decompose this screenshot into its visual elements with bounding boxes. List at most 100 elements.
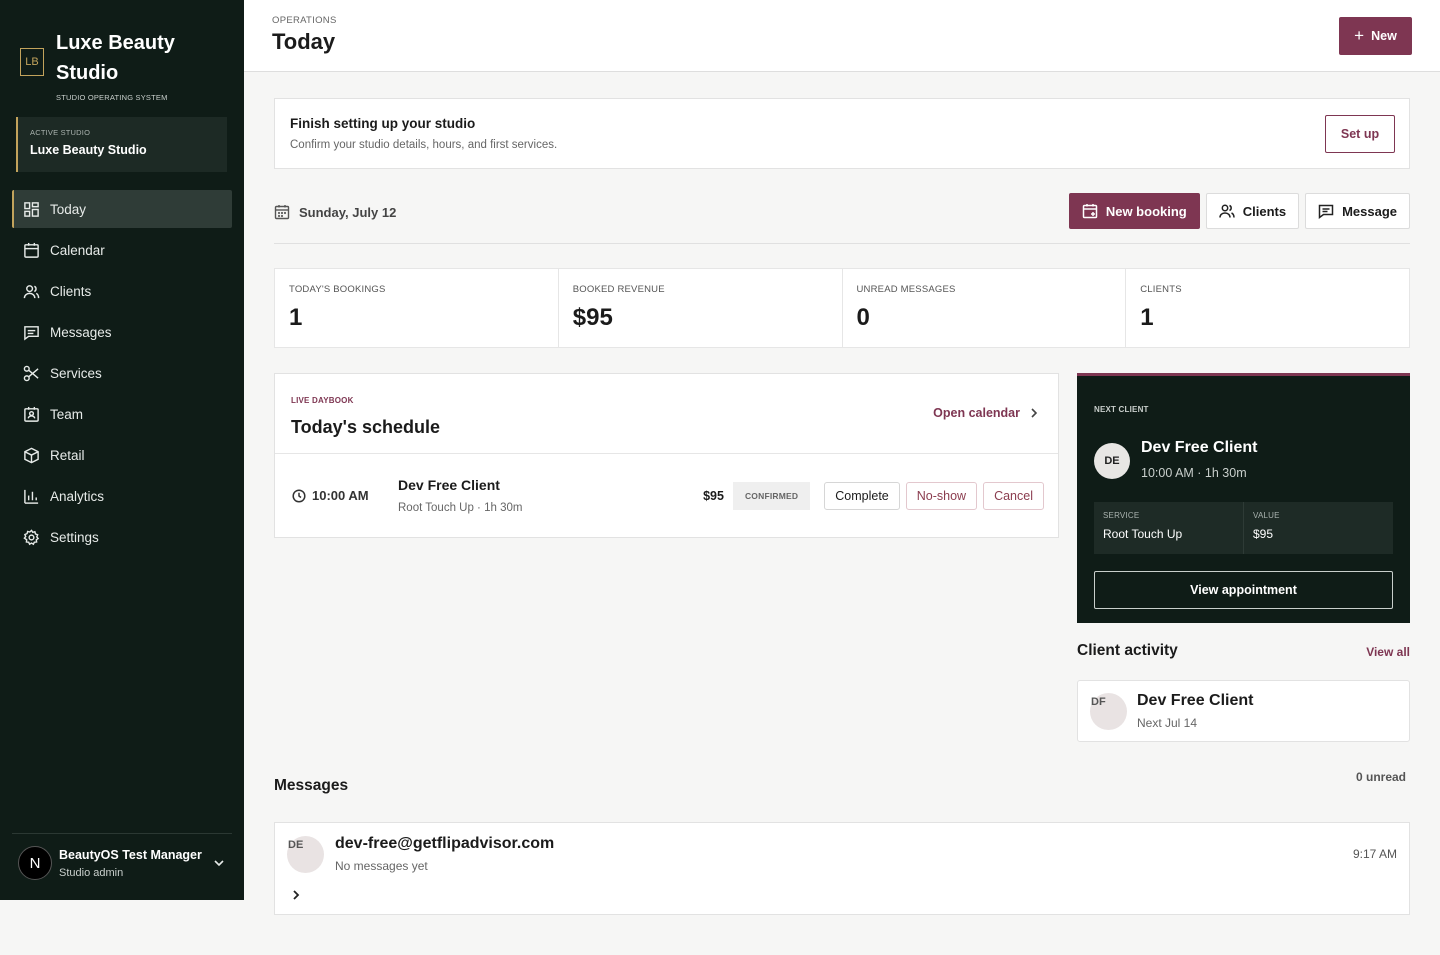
service-cell: SERVICE Root Touch Up — [1094, 502, 1244, 554]
stat-value: $95 — [572, 304, 613, 331]
current-date-label: Sunday, July 12 — [299, 204, 397, 220]
active-studio-value: Luxe Beauty Studio — [30, 143, 147, 157]
calendar-icon — [274, 205, 290, 220]
appointment-row[interactable]: 10:00 AM Dev Free Client Root Touch Up ·… — [275, 454, 1058, 538]
new-button-label: New — [1371, 29, 1397, 43]
sidebar-item-settings[interactable]: Settings — [12, 518, 232, 556]
message-label: Message — [1342, 203, 1397, 219]
new-booking-button[interactable]: New booking — [1068, 193, 1200, 229]
unread-count: 0 unread — [1355, 770, 1406, 784]
bar-chart-icon — [22, 487, 40, 505]
value-cell: VALUE $95 — [1244, 502, 1393, 554]
brand-subtitle: STUDIO OPERATING SYSTEM — [56, 93, 168, 102]
client-activity-item[interactable]: DF Dev Free Client Next Jul 14 — [1077, 680, 1410, 742]
message-icon — [1318, 204, 1334, 219]
setup-title: Finish setting up your studio — [290, 116, 476, 131]
no-show-button[interactable]: No-show — [905, 482, 978, 510]
scissors-icon — [22, 364, 40, 382]
brand-name: Luxe Beauty Studio — [56, 32, 175, 84]
sidebar-item-label: Settings — [50, 529, 99, 545]
message-time: 9:17 AM — [1352, 847, 1397, 861]
sidebar-item-label: Today — [50, 201, 87, 217]
next-client-name: Dev Free Client — [1141, 439, 1258, 456]
activity-client-name: Dev Free Client — [1137, 692, 1254, 709]
stat-value: 1 — [289, 304, 303, 331]
appointment-time-label: 10:00 AM — [312, 488, 369, 503]
user-role: Studio admin — [59, 866, 124, 879]
sidebar-item-label: Analytics — [50, 488, 105, 504]
breadcrumb: OPERATIONS — [272, 15, 337, 26]
sidebar-item-services[interactable]: Services — [12, 354, 232, 392]
page-title: Today — [272, 29, 336, 54]
sidebar-item-today[interactable]: Today — [12, 190, 232, 228]
sidebar-item-team[interactable]: Team — [12, 395, 232, 433]
users-icon — [1218, 204, 1235, 218]
message-thread[interactable]: DE dev-free@getflipadvisor.com No messag… — [274, 822, 1410, 915]
open-calendar-link[interactable]: Open calendar — [933, 406, 1040, 420]
new-button[interactable]: + New — [1339, 17, 1412, 55]
user-menu[interactable]: N BeautyOS Test Manager Studio admin — [12, 833, 232, 880]
clients-button[interactable]: Clients — [1205, 193, 1300, 229]
stat-revenue: BOOKED REVENUE $95 — [559, 269, 843, 347]
badge-icon — [22, 405, 40, 423]
complete-button[interactable]: Complete — [824, 482, 900, 510]
brand-logo: LB — [20, 48, 44, 76]
stat-label: TODAY'S BOOKINGS — [289, 284, 386, 295]
grid-icon — [22, 200, 40, 218]
users-icon — [22, 282, 40, 300]
brand[interactable]: LB Luxe Beauty Studio STUDIO OPERATING S… — [20, 28, 206, 102]
stat-unread-messages: UNREAD MESSAGES 0 — [843, 269, 1127, 347]
chevron-right-icon[interactable] — [290, 888, 302, 900]
chevron-right-icon — [1031, 408, 1038, 418]
active-studio-selector[interactable]: ACTIVE STUDIO Luxe Beauty Studio — [16, 117, 227, 172]
stat-bookings: TODAY'S BOOKINGS 1 — [275, 269, 559, 347]
new-booking-label: New booking — [1105, 203, 1187, 219]
user-name: BeautyOS Test Manager — [59, 847, 202, 862]
next-client-kicker: NEXT CLIENT — [1094, 405, 1149, 414]
sidebar-item-label: Messages — [50, 324, 112, 340]
appointment-description: Root Touch Up · 1h 30m — [398, 502, 523, 514]
service-value: Root Touch Up — [1103, 527, 1183, 541]
value-value: $95 — [1253, 527, 1274, 541]
next-client-card: NEXT CLIENT DE Dev Free Client 10:00 AM … — [1077, 373, 1410, 623]
client-activity-title: Client activity — [1077, 642, 1178, 659]
avatar: DF — [1090, 693, 1127, 730]
quick-actions: New booking Clients Message — [1063, 193, 1410, 229]
sidebar-item-messages[interactable]: Messages — [12, 313, 232, 351]
sidebar-item-retail[interactable]: Retail — [12, 436, 232, 474]
active-studio-label: ACTIVE STUDIO — [30, 128, 91, 137]
next-client-details: SERVICE Root Touch Up VALUE $95 — [1094, 502, 1393, 554]
schedule-kicker: LIVE DAYBOOK — [291, 396, 354, 405]
view-all-link[interactable]: View all — [1366, 645, 1410, 659]
chevron-down-icon[interactable] — [212, 856, 226, 870]
date-bar: Sunday, July 12 New booking Clients Mess… — [274, 193, 1410, 244]
message-sender: dev-free@getflipadvisor.com — [335, 835, 555, 852]
sidebar-item-analytics[interactable]: Analytics — [12, 477, 232, 515]
clock-icon — [292, 488, 306, 503]
service-label: SERVICE — [1103, 511, 1140, 520]
stats-row: TODAY'S BOOKINGS 1 BOOKED REVENUE $95 UN… — [274, 268, 1410, 348]
setup-banner: Finish setting up your studio Confirm yo… — [274, 98, 1410, 169]
gear-icon — [22, 528, 40, 546]
messages-title: Messages — [274, 777, 349, 794]
open-calendar-label: Open calendar — [933, 406, 1020, 420]
sidebar-item-clients[interactable]: Clients — [12, 272, 232, 310]
avatar: DE — [1094, 443, 1130, 479]
sidebar-nav: Today Calendar Clients Messages Services… — [12, 190, 232, 559]
box-icon — [22, 446, 40, 464]
sidebar-item-label: Services — [50, 365, 102, 381]
view-appointment-button[interactable]: View appointment — [1094, 571, 1393, 609]
sidebar-item-label: Team — [50, 406, 84, 422]
schedule-title: Today's schedule — [291, 417, 440, 437]
cancel-button[interactable]: Cancel — [983, 482, 1044, 510]
setup-button[interactable]: Set up — [1325, 115, 1395, 153]
value-label: VALUE — [1253, 511, 1280, 520]
message-preview: No messages yet — [335, 859, 428, 873]
stat-value: 1 — [1140, 304, 1154, 331]
message-button[interactable]: Message — [1305, 193, 1410, 229]
sidebar-item-calendar[interactable]: Calendar — [12, 231, 232, 269]
calendar-icon — [22, 241, 40, 259]
stat-value: 0 — [856, 304, 870, 331]
status-badge: CONFIRMED — [732, 482, 811, 510]
sidebar-item-label: Retail — [50, 447, 85, 463]
